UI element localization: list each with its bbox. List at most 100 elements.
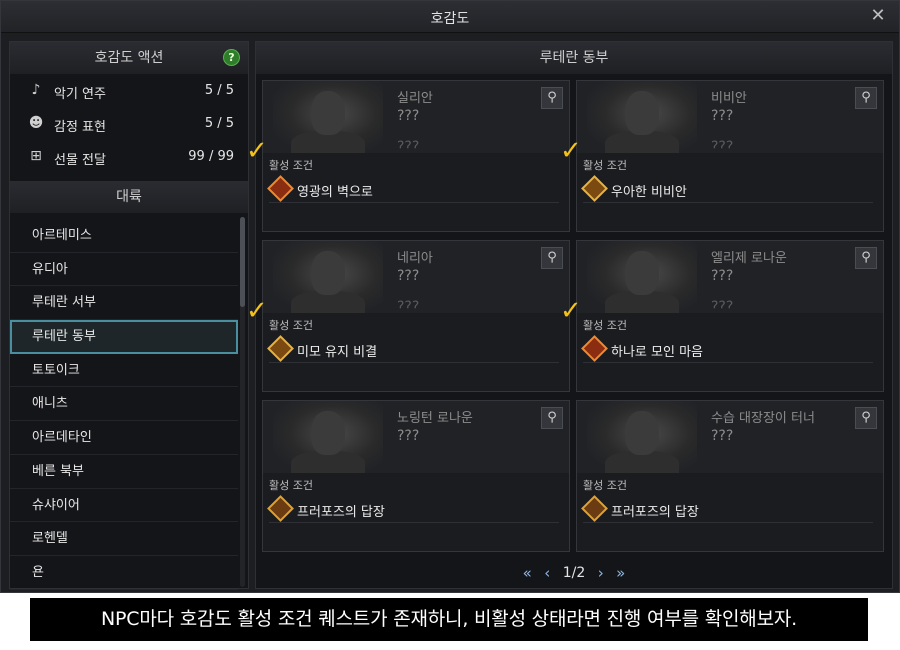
- search-icon[interactable]: ⚲: [541, 247, 563, 269]
- npc-hidden-info: ???: [397, 108, 420, 124]
- condition-panel: 활성 조건 프러포즈의 답장: [263, 473, 569, 551]
- npc-hidden-info: ???: [397, 299, 420, 309]
- continent-item[interactable]: 애니츠: [10, 387, 238, 422]
- search-icon[interactable]: ⚲: [855, 247, 877, 269]
- prev-page-button[interactable]: ‹: [544, 564, 550, 582]
- left-panel: 호감도 액션 ? ♪ 악기 연주 5 / 5 ☻ 감정 표현 5 / 5 ⊞ 선…: [9, 41, 249, 590]
- checkmark-icon: ✓: [246, 136, 268, 166]
- npc-portrait: [587, 401, 697, 481]
- search-icon[interactable]: ⚲: [541, 407, 563, 429]
- npc-name: 엘리제 로나운: [711, 251, 787, 266]
- continent-list: 아르테미스 유디아 루테란 서부 루테란 동부 토토이크 애니츠 아르데타인 베…: [10, 219, 238, 590]
- next-page-button[interactable]: ›: [598, 564, 604, 582]
- condition-quest: 우아한 비비안: [611, 185, 687, 200]
- search-icon[interactable]: ⚲: [855, 407, 877, 429]
- action-label: 감정 표현: [54, 120, 106, 135]
- condition-label: 활성 조건: [583, 479, 627, 492]
- npc-portrait: [587, 241, 697, 321]
- affinity-window: 호감도 ✕ 호감도 액션 ? ♪ 악기 연주 5 / 5 ☻ 감정 표현 5 /…: [0, 0, 900, 593]
- npc-card[interactable]: 노링턴 로나운 ??? ⚲ 활성 조건 프러포즈의 답장: [262, 400, 570, 552]
- scroll-thumb[interactable]: [240, 217, 245, 307]
- condition-quest: 미모 유지 비결: [297, 345, 378, 360]
- npc-name: 노링턴 로나운: [397, 411, 473, 426]
- condition-row[interactable]: 영광의 벽으로: [267, 175, 559, 203]
- quest-icon: [267, 495, 294, 522]
- action-label: 선물 전달: [54, 153, 106, 168]
- npc-hidden-info: ???: [397, 268, 420, 284]
- npc-portrait: [273, 81, 383, 161]
- condition-row[interactable]: 미모 유지 비결: [267, 335, 559, 363]
- quest-icon: [581, 495, 608, 522]
- condition-row[interactable]: 하나로 모인 마음: [581, 335, 873, 363]
- npc-name: 네리아: [397, 251, 433, 266]
- first-page-button[interactable]: «: [523, 564, 532, 582]
- quest-icon: [267, 175, 294, 202]
- continent-item[interactable]: 아르데타인: [10, 421, 238, 455]
- continent-item-selected[interactable]: 루테란 동부: [10, 320, 238, 354]
- npc-hidden-info: ???: [397, 428, 420, 444]
- action-row-instrument: ♪ 악기 연주 5 / 5: [10, 74, 248, 107]
- condition-quest: 프러포즈의 답장: [611, 505, 699, 520]
- window-title: 호감도: [430, 11, 470, 27]
- condition-row[interactable]: 프러포즈의 답장: [267, 495, 559, 523]
- checkmark-icon: ✓: [560, 136, 582, 166]
- condition-panel: 활성 조건 하나로 모인 마음: [577, 313, 883, 391]
- npc-card[interactable]: 실리안 ??? ??? ⚲ 활성 조건 영광의 벽으로: [262, 80, 570, 232]
- condition-panel: 활성 조건 미모 유지 비결: [263, 313, 569, 391]
- npc-portrait: [273, 401, 383, 481]
- npc-name: 수습 대장장이 터너: [711, 411, 815, 426]
- npc-portrait: [273, 241, 383, 321]
- continent-item[interactable]: 베른 북부: [10, 455, 238, 489]
- npc-card[interactable]: 수습 대장장이 터너 ??? ⚲ 활성 조건 프러포즈의 답장: [576, 400, 884, 552]
- condition-panel: 활성 조건 프러포즈의 답장: [577, 473, 883, 551]
- condition-row[interactable]: 프러포즈의 답장: [581, 495, 873, 523]
- continent-item[interactable]: 루테란 서부: [10, 286, 238, 321]
- page-indicator: 1/2: [562, 565, 586, 581]
- continent-item[interactable]: 아르테미스: [10, 219, 238, 253]
- action-label: 악기 연주: [54, 87, 106, 102]
- search-icon[interactable]: ⚲: [855, 87, 877, 109]
- npc-hidden-info: ???: [711, 268, 734, 284]
- condition-panel: 활성 조건 영광의 벽으로: [263, 153, 569, 231]
- continent-header: 대륙: [10, 181, 248, 213]
- last-page-button[interactable]: »: [616, 564, 625, 582]
- condition-row[interactable]: 우아한 비비안: [581, 175, 873, 203]
- action-value: 99 / 99: [188, 149, 234, 164]
- action-row-gift: ⊞ 선물 전달 99 / 99: [10, 140, 248, 173]
- caption: NPC마다 호감도 활성 조건 퀘스트가 존재하니, 비활성 상태라면 진행 여…: [30, 598, 868, 641]
- npc-hidden-info: ???: [397, 139, 420, 149]
- npc-hidden-info: ???: [711, 139, 734, 149]
- continent-item[interactable]: 토토이크: [10, 354, 238, 388]
- continent-item[interactable]: 슈샤이어: [10, 489, 238, 523]
- continent-item[interactable]: 로헨델: [10, 522, 238, 556]
- quest-icon: [267, 335, 294, 362]
- npc-card[interactable]: 엘리제 로나운 ??? ??? ⚲ 활성 조건 하나로 모인 마음: [576, 240, 884, 392]
- emote-icon: ☻: [28, 115, 44, 131]
- continent-item[interactable]: 유디아: [10, 253, 238, 287]
- title-bar: 호감도 ✕: [1, 1, 899, 33]
- npc-card[interactable]: 네리아 ??? ??? ⚲ 활성 조건 미모 유지 비결: [262, 240, 570, 392]
- npc-hidden-info: ???: [711, 299, 734, 309]
- npc-hidden-info: ???: [711, 108, 734, 124]
- quest-icon: [581, 335, 608, 362]
- checkmark-icon: ✓: [560, 296, 582, 326]
- action-value: 5 / 5: [204, 116, 234, 131]
- condition-quest: 영광의 벽으로: [297, 185, 373, 200]
- condition-quest: 프러포즈의 답장: [297, 505, 385, 520]
- quest-icon: [581, 175, 608, 202]
- continent-scrollbar[interactable]: [240, 217, 245, 587]
- search-icon[interactable]: ⚲: [541, 87, 563, 109]
- npc-name: 실리안: [397, 91, 433, 106]
- actions-header: 호감도 액션 ?: [10, 42, 248, 74]
- npc-name: 비비안: [711, 91, 747, 106]
- right-panel: 루테란 동부 실리안 ??? ??? ⚲ 활성 조건 영광의 벽으로 비비안 ?…: [246, 41, 893, 589]
- close-icon[interactable]: ✕: [867, 5, 889, 27]
- continent-item[interactable]: 욘: [10, 556, 238, 590]
- npc-card[interactable]: 비비안 ??? ??? ⚲ 활성 조건 우아한 비비안: [576, 80, 884, 232]
- condition-panel: 활성 조건 우아한 비비안: [577, 153, 883, 231]
- condition-label: 활성 조건: [269, 479, 313, 492]
- checkmark-icon: ✓: [246, 296, 268, 326]
- help-icon[interactable]: ?: [223, 49, 240, 66]
- condition-quest: 하나로 모인 마음: [611, 345, 703, 360]
- pagination: « ‹ 1/2 › »: [256, 564, 892, 588]
